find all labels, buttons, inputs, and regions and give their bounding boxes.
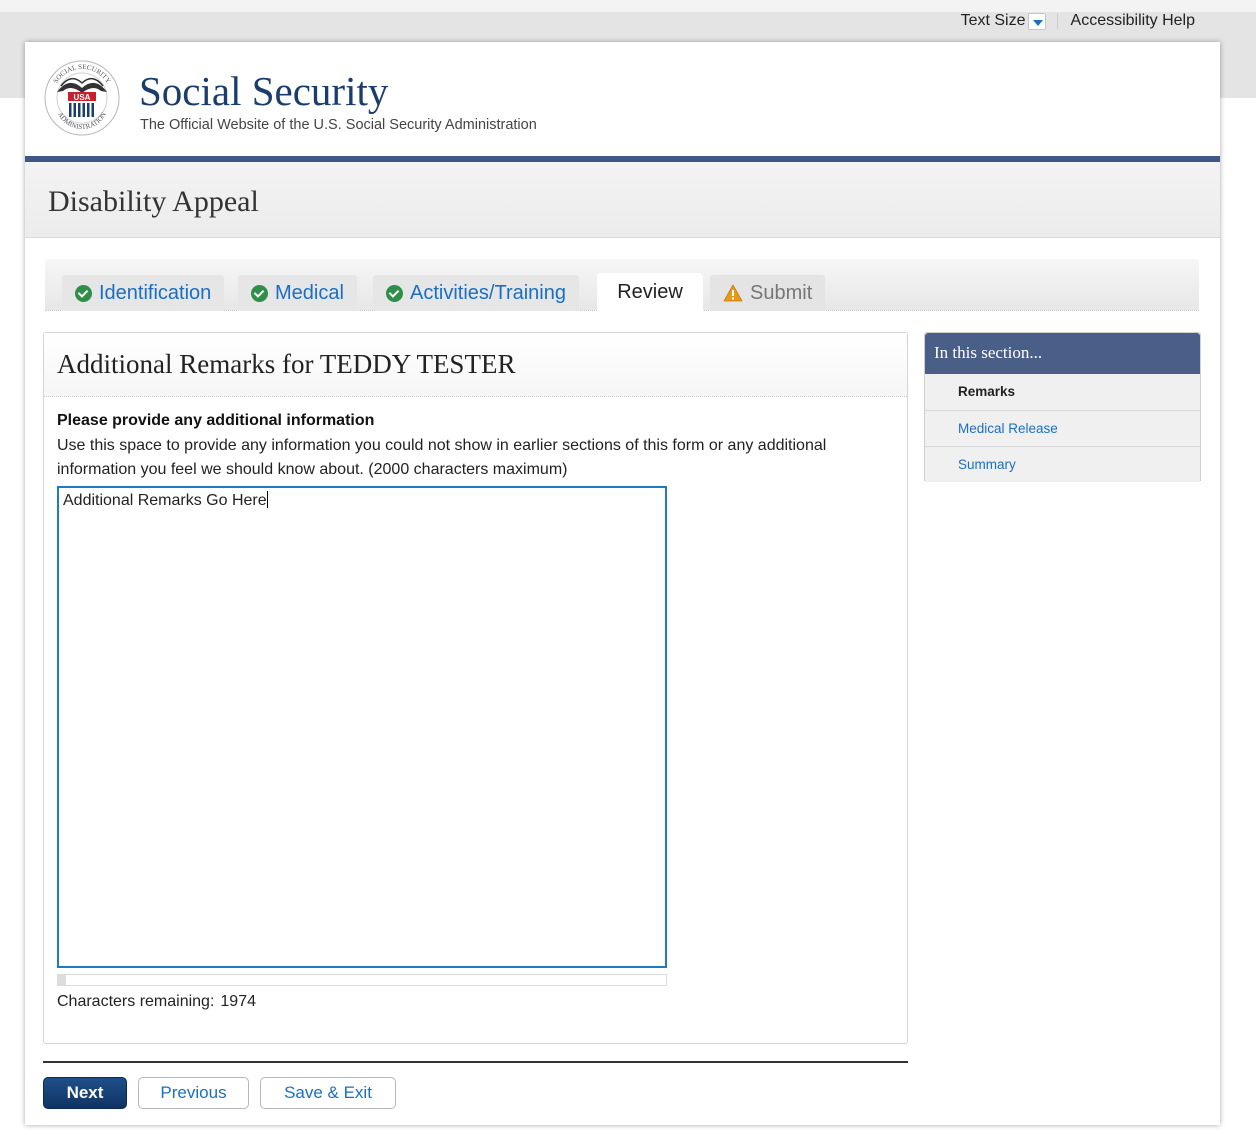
utility-bar: Text Size Accessibility Help [961,12,1195,30]
text-cursor [266,491,268,508]
check-circle-icon [75,284,92,302]
tab-identification[interactable]: Identification [62,275,225,311]
save-exit-button[interactable]: Save & Exit [260,1077,396,1109]
question-help-text: Use this space to provide any informatio… [57,437,827,478]
sidebar-item-remarks[interactable]: Remarks [925,374,1200,410]
warning-icon [723,284,743,302]
tab-label: Submit [750,281,813,304]
tab-medical[interactable]: Medical [238,275,357,311]
character-usage-fill [58,975,66,985]
characters-remaining: Characters remaining: 1974 [57,993,256,1011]
tab-label: Medical [275,281,344,304]
check-circle-icon [251,284,268,302]
progress-tabs: Identification Medical Activities/Traini… [45,259,1199,312]
sidebar-heading: In this section... [925,333,1200,374]
question-label: Please provide any additional informatio… [57,412,375,429]
svg-text:USA: USA [74,93,91,102]
text-size-button[interactable]: Text Size [961,12,1046,30]
text-size-label: Text Size [960,12,1026,29]
page-title: Disability Appeal [48,185,259,218]
character-usage-bar [57,974,667,986]
site-header: USA SOCIAL SECURITY ADMINISTRATION Socia… [25,42,1220,156]
section-sidebar: In this section... Remarks Medical Relea… [924,332,1201,482]
page-card: USA SOCIAL SECURITY ADMINISTRATION Socia… [25,42,1220,1125]
characters-remaining-label: Characters remaining: [57,993,215,1010]
tab-label: Identification [99,281,212,304]
page-banner: Disability Appeal [25,162,1220,238]
tab-label: Review [617,281,683,303]
panel-title: Additional Remarks for TEDDY TESTER [57,349,516,379]
dropdown-caret-icon[interactable] [1027,12,1046,30]
tab-activities-training[interactable]: Activities/Training [373,275,579,311]
previous-button[interactable]: Previous [138,1077,249,1109]
tab-review[interactable]: Review [597,273,703,312]
check-circle-icon [386,284,403,302]
button-divider [43,1061,908,1063]
page-top-strip [0,0,1256,12]
remarks-textarea[interactable]: Additional Remarks Go Here [57,486,667,968]
sidebar-item-medical-release[interactable]: Medical Release [925,410,1200,446]
next-button[interactable]: Next [43,1077,127,1109]
panel-header: Additional Remarks for TEDDY TESTER [44,333,907,397]
characters-remaining-count: 1974 [220,993,256,1010]
tab-submit[interactable]: Submit [710,275,826,311]
remarks-textarea-value: Additional Remarks Go Here [63,492,267,509]
accessibility-help-link[interactable]: Accessibility Help [1071,12,1195,30]
ssa-seal-icon[interactable]: USA SOCIAL SECURITY ADMINISTRATION [43,58,121,138]
site-title[interactable]: Social Security [139,67,388,115]
sidebar-item-summary[interactable]: Summary [925,446,1200,482]
site-tagline: The Official Website of the U.S. Social … [140,117,537,133]
utility-separator [1056,13,1058,29]
remarks-panel: Additional Remarks for TEDDY TESTER Plea… [43,332,908,1044]
tab-label: Activities/Training [410,281,566,304]
